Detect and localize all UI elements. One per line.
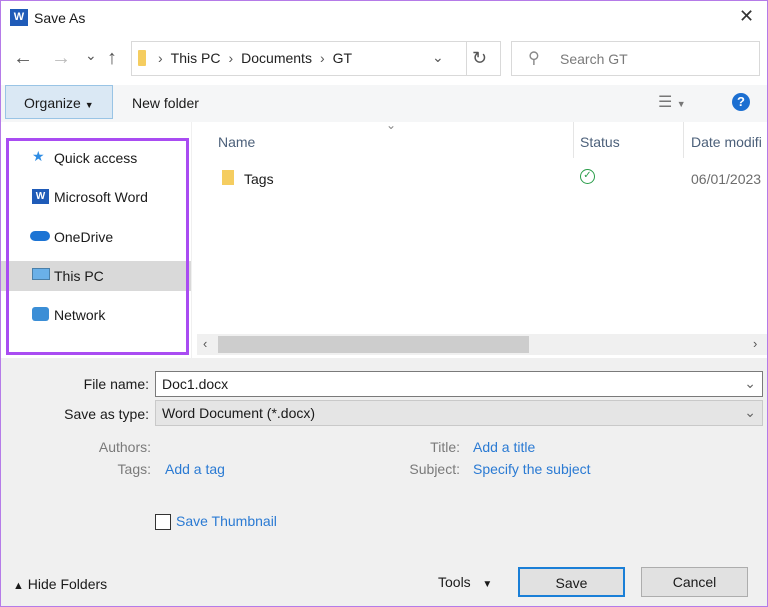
add-tag-link[interactable]: Add a tag [165, 461, 225, 477]
forward-button[interactable]: → [51, 47, 71, 70]
chevron-down-icon[interactable]: ⌄ [744, 375, 756, 392]
file-name-value: Doc1.docx [162, 376, 229, 392]
scroll-right-icon[interactable]: › [753, 336, 757, 351]
save-button[interactable]: Save [518, 567, 625, 597]
title-label: Title: [430, 439, 460, 455]
horizontal-scrollbar[interactable]: ‹ › [197, 334, 767, 355]
tags-label: Tags: [117, 461, 151, 477]
authors-label: Authors: [98, 439, 151, 455]
chevron-up-icon: ▲ [13, 580, 24, 592]
highlight-box [6, 138, 189, 355]
help-button[interactable]: ? [732, 93, 750, 111]
tools-label: Tools [438, 574, 471, 590]
file-name-label: File name: [83, 376, 149, 392]
save-as-type-label: Save as type: [64, 406, 149, 422]
organize-label: Organize [24, 95, 81, 111]
up-button[interactable]: ↑ [107, 47, 117, 70]
add-title-link[interactable]: Add a title [473, 439, 535, 455]
address-bar[interactable]: › This PC › Documents › GT ⌄ ↻ [131, 41, 501, 76]
toolbar [1, 85, 767, 122]
subject-label: Subject: [409, 461, 460, 477]
close-button[interactable]: ✕ [739, 6, 754, 27]
back-button[interactable]: ← [13, 47, 33, 70]
folder-icon [138, 50, 146, 66]
title-bar: W Save As ✕ [1, 1, 767, 35]
column-header-status[interactable]: Status [580, 134, 620, 150]
sort-chevron-icon: ⌄ [386, 118, 397, 132]
save-as-type-select[interactable]: Word Document (*.docx) ⌄ [155, 400, 763, 426]
file-date: 06/01/2023 [691, 171, 762, 187]
window-title: Save As [34, 10, 86, 26]
new-folder-button[interactable]: New folder [132, 95, 199, 111]
save-as-dialog: W Save As ✕ ← → ⌄ ↑ › This PC › Documents … [0, 0, 768, 607]
hide-folders-button[interactable]: ▲ Hide Folders [13, 576, 107, 592]
scroll-left-icon[interactable]: ‹ [203, 336, 207, 351]
recent-locations-button[interactable]: ⌄ [85, 47, 97, 64]
save-as-type-value: Word Document (*.docx) [162, 405, 316, 421]
refresh-button[interactable]: ↻ [472, 48, 487, 69]
organize-button[interactable]: Organize ▼ [5, 85, 113, 119]
tools-button[interactable]: Tools ▼ [438, 574, 492, 590]
file-name: Tags [244, 171, 274, 187]
cancel-button[interactable]: Cancel [641, 567, 748, 597]
hide-folders-label: Hide Folders [27, 576, 108, 592]
word-app-icon: W [10, 9, 28, 26]
search-input[interactable]: Search GT [560, 51, 628, 67]
search-icon: ⚲ [528, 50, 540, 67]
sync-status-icon: ✓ [580, 169, 595, 184]
breadcrumb-documents[interactable]: Documents [241, 50, 312, 66]
file-row[interactable]: Tags ✓ 06/01/2023 [192, 166, 767, 192]
folder-icon [222, 170, 234, 185]
breadcrumb-gt[interactable]: GT [333, 50, 352, 66]
subject-link[interactable]: Specify the subject [473, 461, 591, 477]
search-box[interactable]: ⚲ Search GT [511, 41, 760, 76]
breadcrumb-this-pc[interactable]: This PC [171, 50, 221, 66]
address-dropdown-icon[interactable]: ⌄ [432, 49, 444, 66]
chevron-down-icon[interactable]: ⌄ [744, 404, 756, 421]
file-name-input[interactable]: Doc1.docx ⌄ [155, 371, 763, 397]
save-thumbnail-checkbox[interactable] [155, 514, 171, 530]
column-header-date[interactable]: Date modifi [691, 134, 762, 150]
view-options-icon[interactable]: ☰ ▼ [658, 92, 686, 112]
column-header-name[interactable]: Name [218, 134, 255, 150]
save-thumbnail-label[interactable]: Save Thumbnail [176, 513, 277, 529]
scrollbar-thumb[interactable] [218, 336, 529, 353]
